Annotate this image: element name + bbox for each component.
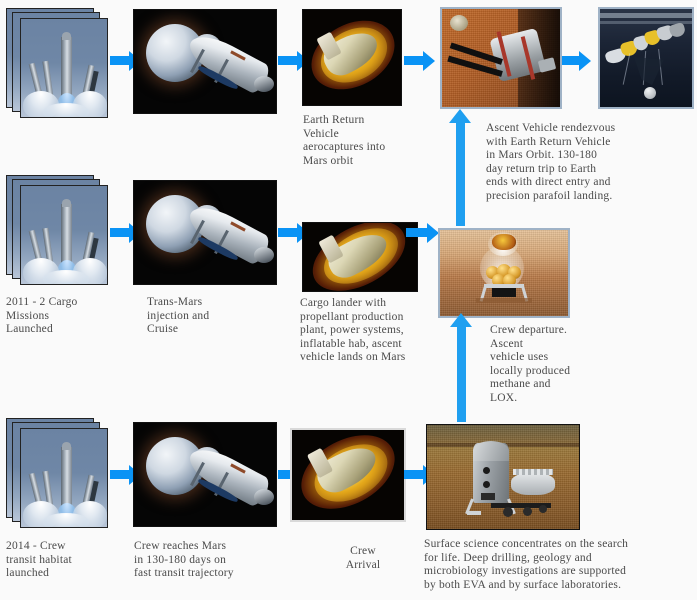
crew-arrival-aeroentry (290, 428, 406, 522)
arrow-launch-to-cruise-row2 (110, 222, 141, 243)
earth-return-vehicle-aerocapture (302, 9, 402, 106)
crew-habitat-caption: 2014 - Crew transit habitat launched (6, 540, 72, 580)
arrow-ascent-to-orbit (449, 109, 471, 226)
trans-mars-injection-cruise (133, 180, 277, 285)
trans-mars-injection (133, 9, 277, 114)
arrow-cruise-to-aerocapture-row2 (278, 222, 309, 243)
arrow-surface-to-ascent (450, 313, 472, 422)
crew-transit-caption: Crew reaches Mars in 130-180 days on fas… (134, 540, 234, 580)
tmi-cruise-caption: Trans-Mars injection and Cruise (147, 296, 210, 336)
diagram-canvas: Earth Return Vehicle aerocaptures into M… (0, 0, 697, 600)
crew-departure-caption: Crew departure. Ascent vehicle uses loca… (490, 324, 571, 404)
earth-parafoil-landing (598, 7, 694, 109)
arrow-launch-to-cruise-row3 (110, 464, 141, 485)
arrow-orbit-to-parafoil-row1 (562, 50, 591, 71)
cargo-launch-stack (6, 8, 108, 120)
cargo-missions-launch (6, 175, 108, 287)
crew-arrival-caption: Crew Arrival (345, 545, 381, 571)
cargo-lander-caption: Cargo lander with propellant production … (300, 297, 406, 364)
photo-sheet-front (20, 18, 108, 118)
arrow-aerocapture-to-lander-row2 (406, 222, 439, 243)
erv-aerocapture-caption: Earth Return Vehicle aerocaptures into M… (303, 114, 386, 167)
crew-habitat-launch (6, 418, 108, 530)
mars-surface-operations (426, 424, 580, 530)
rendezvous-caption: Ascent Vehicle rendezvous with Earth Ret… (486, 122, 616, 202)
arrow-aerocapture-to-orbit-row1 (404, 50, 435, 71)
ascent-vehicle-liftoff (438, 228, 570, 318)
photo-sheet-front (20, 428, 108, 528)
arrow-launch-to-cruise-row1 (110, 50, 141, 71)
arrow-aerocapture-to-surface-row3 (404, 464, 435, 485)
surface-science-caption: Surface science concentrates on the sear… (424, 538, 629, 591)
arrow-cruise-to-aerocapture-row1 (278, 50, 309, 71)
crew-transit-cruise (133, 422, 277, 527)
cargo-missions-caption: 2011 - 2 Cargo Missions Launched (6, 296, 78, 336)
cargo-lander-aeroentry (302, 222, 418, 292)
photo-sheet-front (20, 185, 108, 285)
mars-orbit-rendezvous (440, 7, 562, 109)
